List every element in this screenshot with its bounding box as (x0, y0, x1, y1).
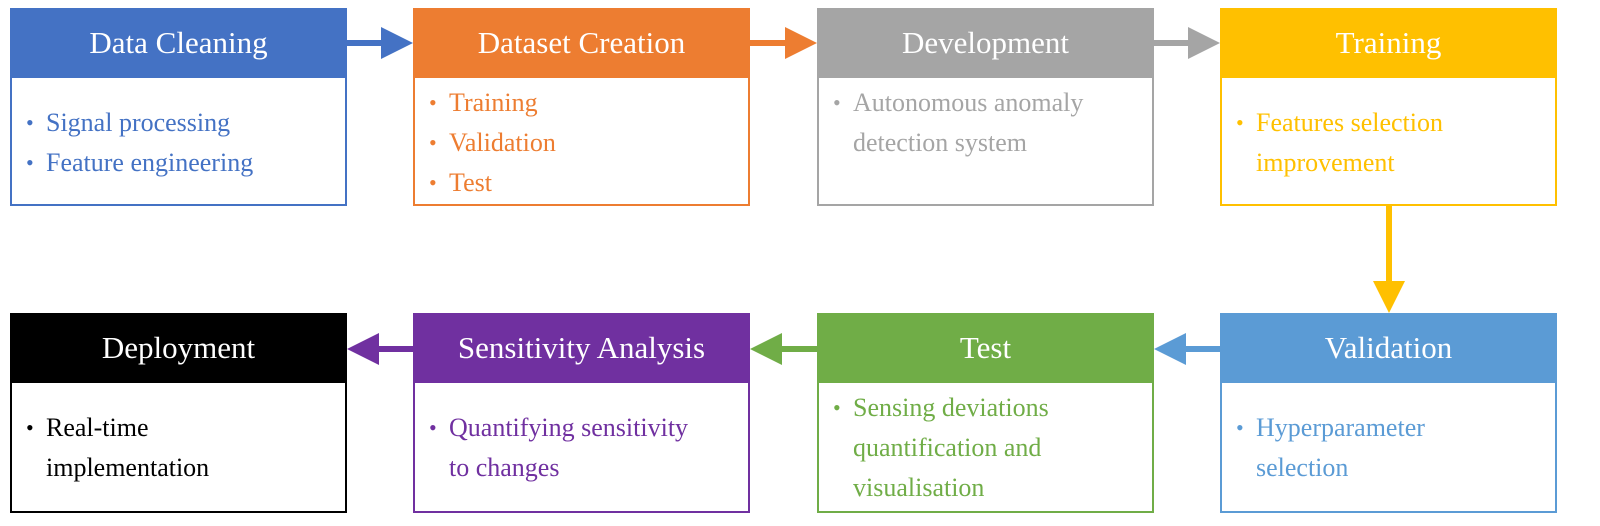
flow-arrow (347, 333, 413, 365)
step-deployment: Deployment Real-time implementation (10, 313, 347, 513)
step-training: Training Features selection improvement (1220, 8, 1557, 206)
step-item: Real-time implementation (26, 408, 255, 488)
step-title: Training (1220, 8, 1557, 78)
step-item: Validation (429, 123, 748, 163)
step-item: Sensing deviations quantification and vi… (833, 388, 1102, 508)
step-data-cleaning: Data Cleaning Signal processing Feature … (10, 8, 347, 206)
flow-arrow (750, 27, 817, 59)
step-title: Data Cleaning (10, 8, 347, 78)
step-title: Sensitivity Analysis (413, 313, 750, 383)
arrow-head (347, 333, 379, 365)
step-validation: Validation Hyperparameter selection (1220, 313, 1557, 513)
step-item: Feature engineering (26, 143, 345, 183)
step-item: Quantifying sensitivity to changes (429, 408, 708, 488)
step-dataset-creation: Dataset Creation Training Validation Tes… (413, 8, 750, 206)
step-title: Test (817, 313, 1154, 383)
flow-arrow (1154, 333, 1220, 365)
arrow-head (785, 27, 817, 59)
flow-arrow (750, 333, 817, 365)
arrow-head (1188, 27, 1220, 59)
step-title: Dataset Creation (413, 8, 750, 78)
step-item: Features selection improvement (1236, 103, 1515, 183)
arrow-head (1154, 333, 1186, 365)
step-sensitivity-analysis: Sensitivity Analysis Quantifying sensiti… (413, 313, 750, 513)
step-title: Validation (1220, 313, 1557, 383)
arrow-head (1373, 281, 1405, 313)
step-item: Test (429, 163, 748, 203)
step-development: Development Autonomous anomaly detection… (817, 8, 1154, 206)
step-title: Deployment (10, 313, 347, 383)
flow-arrow (1154, 27, 1220, 59)
flow-arrow (347, 27, 413, 59)
step-item: Training (429, 83, 748, 123)
step-item: Autonomous anomaly detection system (833, 83, 1112, 163)
step-item: Hyperparameter selection (1236, 408, 1495, 488)
step-title: Development (817, 8, 1154, 78)
step-test: Test Sensing deviations quantification a… (817, 313, 1154, 513)
arrow-head (750, 333, 782, 365)
flow-arrow (1373, 205, 1405, 313)
step-item: Signal processing (26, 103, 345, 143)
arrow-head (381, 27, 413, 59)
